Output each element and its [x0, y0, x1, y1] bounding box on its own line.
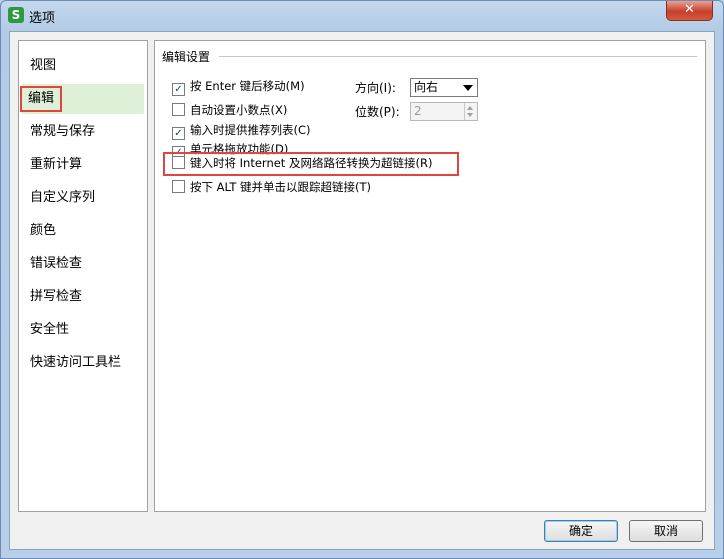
sidebar-item-quick-access-toolbar[interactable]: 快速访问工具栏: [22, 348, 144, 378]
sidebar-item-recalculate[interactable]: 重新计算: [22, 150, 144, 180]
direction-select[interactable]: 向右: [410, 78, 478, 97]
checkbox-move-after-enter[interactable]: [172, 83, 185, 96]
sidebar-item-error-checking[interactable]: 错误检查: [22, 249, 144, 279]
option-auto-hyperlink[interactable]: 键入时将 Internet 及网络路径转换为超链接(R): [172, 155, 432, 172]
edit-settings-panel: 编辑设置 按 Enter 键后移动(M) 方向(I): 向右 自动设置小数点(X…: [154, 40, 706, 512]
group-title: 编辑设置: [162, 50, 211, 64]
sidebar-item-spelling[interactable]: 拼写检查: [22, 282, 144, 312]
option-move-after-enter[interactable]: 按 Enter 键后移动(M): [172, 78, 305, 96]
cancel-button[interactable]: 取消: [629, 520, 703, 542]
close-button[interactable]: ✕: [666, 1, 713, 21]
sidebar-item-label: 拼写检查: [30, 289, 83, 304]
option-label: 自动设置小数点(X): [190, 103, 288, 117]
arrow-down-icon: [467, 113, 473, 117]
wps-app-icon: S: [8, 7, 24, 23]
sidebar-item-edit[interactable]: 编辑: [20, 84, 144, 114]
checkbox-auto-hyperlink[interactable]: [172, 156, 185, 169]
sidebar-item-security[interactable]: 安全性: [22, 315, 144, 345]
sidebar-item-label: 编辑: [20, 86, 63, 112]
dialog-body: 视图 编辑 常规与保存 重新计算 自定义序列 颜色 错误检查 拼写检查 安全性 …: [9, 31, 715, 550]
sidebar-item-custom-lists[interactable]: 自定义序列: [22, 183, 144, 213]
sidebar-item-colors[interactable]: 颜色: [22, 216, 144, 246]
option-label: 键入时将 Internet 及网络路径转换为超链接(R): [190, 156, 433, 170]
arrow-up-icon: [467, 106, 473, 110]
option-label: 按下 ALT 键并单击以跟踪超链接(T): [190, 180, 372, 194]
sidebar-item-label: 错误检查: [30, 256, 83, 271]
chevron-down-icon: [463, 85, 473, 91]
sidebar-item-label: 颜色: [30, 223, 57, 238]
sidebar-item-view[interactable]: 视图: [22, 51, 144, 81]
options-dialog: S 选项 ✕ 视图 编辑 常规与保存 重新计算 自定义序列 颜色 错误检查 拼写…: [0, 0, 724, 559]
dialog-title: 选项: [29, 11, 56, 26]
sidebar-item-label: 快速访问工具栏: [30, 355, 122, 370]
sidebar-item-label: 视图: [30, 58, 57, 73]
digits-value: 2: [414, 104, 422, 118]
sidebar-item-label: 自定义序列: [30, 190, 96, 205]
checkbox-auto-decimal[interactable]: [172, 103, 185, 116]
group-divider: [219, 56, 697, 57]
sidebar-item-general-save[interactable]: 常规与保存: [22, 117, 144, 147]
checkbox-autocomplete-list[interactable]: [172, 127, 185, 140]
title-bar: S 选项 ✕: [1, 1, 723, 29]
sidebar-item-label: 重新计算: [30, 157, 83, 172]
option-alt-click-hyperlink[interactable]: 按下 ALT 键并单击以跟踪超链接(T): [172, 179, 371, 196]
option-label: 输入时提供推荐列表(C): [190, 123, 311, 137]
option-auto-decimal[interactable]: 自动设置小数点(X): [172, 102, 287, 119]
digits-label: 位数(P):: [355, 105, 400, 119]
checkbox-alt-click-hyperlink[interactable]: [172, 180, 185, 193]
sidebar-item-label: 安全性: [30, 322, 70, 337]
direction-value: 向右: [414, 80, 439, 94]
close-icon: ✕: [684, 2, 695, 17]
option-autocomplete-list[interactable]: 输入时提供推荐列表(C): [172, 122, 311, 140]
category-sidebar: 视图 编辑 常规与保存 重新计算 自定义序列 颜色 错误检查 拼写检查 安全性 …: [18, 40, 148, 512]
option-label: 按 Enter 键后移动(M): [190, 79, 305, 93]
direction-label: 方向(I):: [355, 81, 396, 95]
ok-button[interactable]: 确定: [544, 520, 618, 542]
sidebar-item-label: 常规与保存: [30, 124, 96, 139]
digits-stepper[interactable]: 2: [410, 102, 478, 121]
digits-spin-buttons[interactable]: [464, 103, 477, 120]
